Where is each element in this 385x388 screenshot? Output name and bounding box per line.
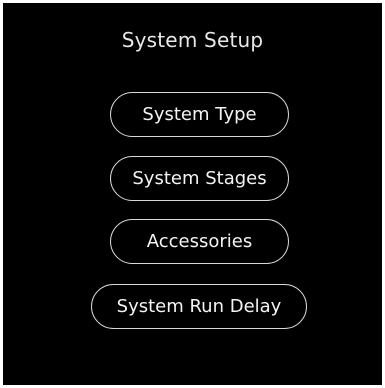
page-title: System Setup [121, 28, 264, 52]
system-setup-screen: System Setup System Type System Stages A… [3, 3, 382, 385]
system-run-delay-button[interactable]: System Run Delay [91, 284, 307, 329]
system-type-button[interactable]: System Type [110, 92, 289, 137]
system-stages-button[interactable]: System Stages [110, 156, 289, 201]
accessories-button[interactable]: Accessories [110, 219, 289, 264]
